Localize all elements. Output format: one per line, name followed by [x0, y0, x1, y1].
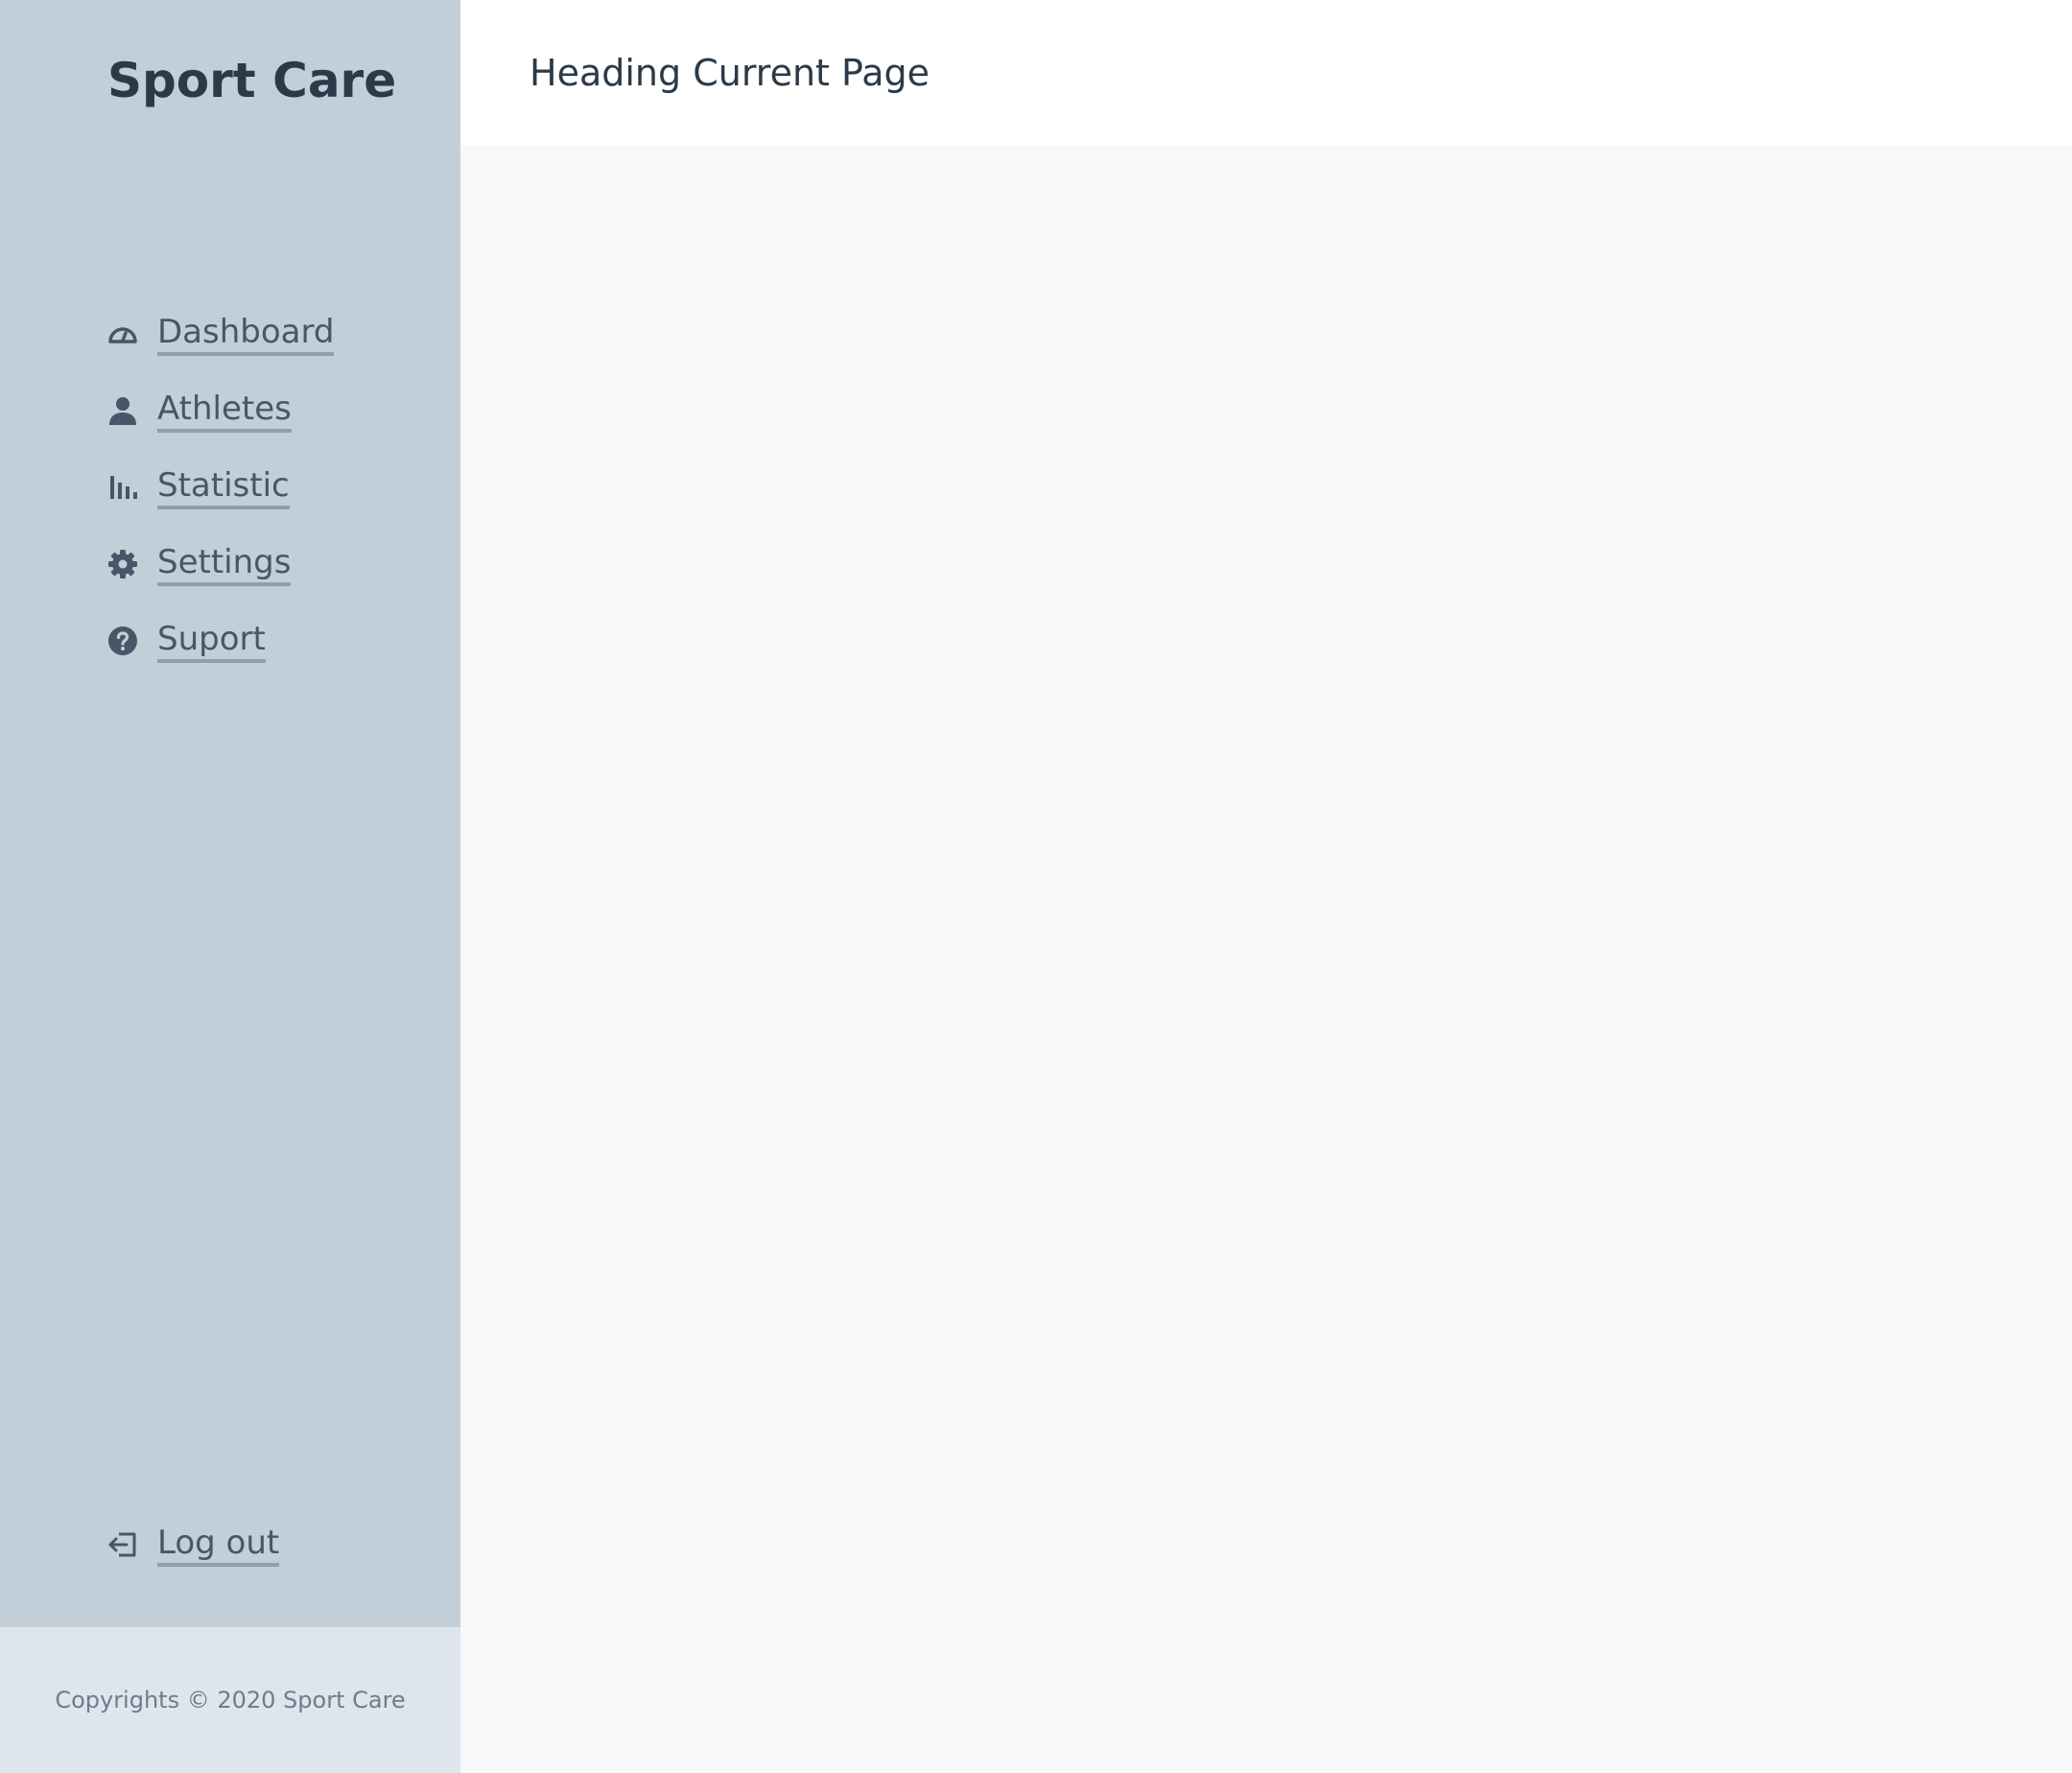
page-title: Heading Current Page	[530, 52, 930, 94]
logout-label: Log out	[157, 1523, 280, 1567]
sidebar-item-suport[interactable]: Suport	[107, 603, 334, 679]
sidebar: Sport Care Dashboard Athletes Statistic …	[0, 0, 460, 1773]
sidebar-item-label: Statistic	[157, 465, 290, 509]
user-icon	[107, 395, 138, 426]
sidebar-item-label: Athletes	[157, 389, 292, 433]
page-header: Heading Current Page	[460, 0, 2072, 146]
sidebar-footer: Copyrights © 2020 Sport Care	[0, 1627, 460, 1773]
sidebar-item-label: Dashboard	[157, 312, 335, 356]
bar-chart-icon	[107, 472, 138, 503]
sidebar-item-athletes[interactable]: Athletes	[107, 372, 334, 449]
copyright-text: Copyrights © 2020 Sport Care	[55, 1687, 406, 1714]
sidebar-nav: Dashboard Athletes Statistic Settings Su…	[107, 296, 335, 679]
logout-button[interactable]: Log out	[107, 1506, 280, 1583]
sidebar-item-label: Settings	[157, 542, 292, 586]
gauge-icon	[107, 319, 138, 349]
sidebar-item-label: Suport	[157, 619, 266, 663]
main-content	[460, 146, 2072, 1773]
sidebar-item-dashboard[interactable]: Dashboard	[107, 296, 335, 372]
app-root: Sport Care Dashboard Athletes Statistic …	[0, 0, 2072, 1773]
gear-icon	[107, 549, 138, 579]
brand-logo: Sport Care	[107, 53, 397, 108]
sidebar-item-settings[interactable]: Settings	[107, 526, 334, 603]
logout-icon	[107, 1529, 138, 1560]
question-circle-icon	[107, 626, 138, 656]
sidebar-item-statistic[interactable]: Statistic	[107, 449, 334, 526]
